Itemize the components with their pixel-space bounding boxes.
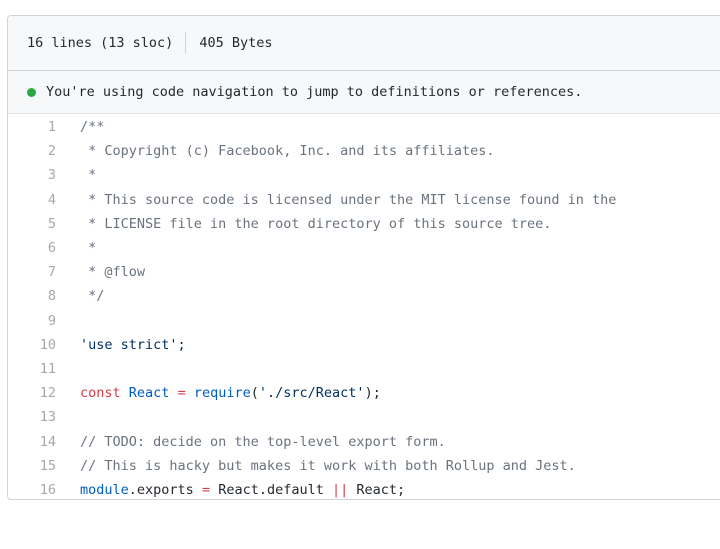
line-number[interactable]: 15 — [8, 458, 80, 474]
code-line: 11 — [8, 357, 720, 381]
code-view: 1/** 2 * Copyright (c) Facebook, Inc. and… — [8, 114, 720, 499]
code-line: 9 — [8, 309, 720, 333]
code-line: 6 * — [8, 236, 720, 260]
code-token: = — [177, 385, 186, 402]
line-content: /** — [80, 119, 104, 135]
code-line: 2 * Copyright (c) Facebook, Inc. and its… — [8, 139, 720, 163]
code-token: require — [193, 385, 251, 402]
code-token: React — [128, 385, 170, 402]
line-number[interactable]: 4 — [8, 192, 80, 208]
line-count: 16 lines (13 sloc) — [27, 35, 174, 51]
code-line: 7 * @flow — [8, 260, 720, 284]
code-navigation-message: You're using code navigation to jump to … — [46, 84, 583, 100]
code-token: = — [201, 481, 211, 498]
status-dot-icon — [27, 87, 36, 97]
line-content: module.exports = React.default || React; — [80, 482, 405, 498]
code-token: module — [80, 481, 129, 498]
code-line: 5 * LICENSE file in the root directory o… — [8, 212, 720, 236]
line-number[interactable]: 10 — [8, 337, 80, 353]
line-number[interactable]: 13 — [8, 409, 80, 425]
line-number[interactable]: 12 — [8, 385, 80, 401]
code-line: 15// This is hacky but makes it work wit… — [8, 454, 720, 478]
code-token: * @flow — [80, 264, 146, 281]
line-content: // This is hacky but makes it work with … — [80, 458, 576, 474]
code-token: // TODO: decide on the top-level export … — [80, 433, 446, 450]
line-content: 'use strict'; — [80, 337, 186, 353]
line-number[interactable]: 3 — [8, 167, 80, 183]
code-token: /** — [80, 119, 105, 136]
code-token: * — [80, 240, 97, 257]
code-token: * Copyright (c) Facebook, Inc. and its a… — [80, 143, 495, 160]
code-token: .exports — [128, 481, 202, 498]
code-token: * This source code is licensed under the… — [80, 191, 617, 208]
code-line: 3 * — [8, 163, 720, 187]
code-token: * LICENSE file in the root directory of … — [80, 215, 552, 232]
code-token: 'use strict'; — [80, 336, 186, 353]
line-number[interactable]: 1 — [8, 119, 80, 135]
code-line: 10'use strict'; — [8, 333, 720, 357]
line-number[interactable]: 5 — [8, 216, 80, 232]
line-number[interactable]: 14 — [8, 434, 80, 450]
code-line: 16 module.exports = React.default || Reac… — [8, 478, 720, 499]
code-token: const — [80, 385, 121, 402]
line-content: * @flow — [80, 264, 145, 280]
code-token: || — [332, 481, 349, 498]
code-token: ( — [250, 385, 259, 402]
line-content: * This source code is licensed under the… — [80, 192, 616, 208]
line-number[interactable]: 7 — [8, 264, 80, 280]
line-content: * — [80, 167, 96, 183]
code-token: ); — [364, 385, 381, 402]
line-number[interactable]: 2 — [8, 143, 80, 159]
line-content: // TODO: decide on the top-level export … — [80, 434, 446, 450]
code-line: 1/** — [8, 115, 720, 139]
code-token: * — [80, 167, 97, 184]
line-content: const React = require('./src/React'); — [80, 385, 381, 401]
code-token: */ — [80, 288, 105, 305]
file-header: 16 lines (13 sloc) 405 Bytes — [8, 16, 720, 71]
file-size: 405 Bytes — [199, 35, 273, 51]
line-number[interactable]: 11 — [8, 361, 80, 377]
code-line: 4 * This source code is licensed under t… — [8, 188, 720, 212]
line-number[interactable]: 9 — [8, 313, 80, 329]
code-navigation-banner: You're using code navigation to jump to … — [8, 71, 720, 114]
line-content: * Copyright (c) Facebook, Inc. and its a… — [80, 143, 495, 160]
line-number[interactable]: 8 — [8, 288, 80, 304]
code-line: 12 const React = require('./src/React'); — [8, 381, 720, 405]
code-token: React; — [348, 481, 406, 498]
code-line: 13 — [8, 405, 720, 429]
code-token: './src/React' — [258, 385, 365, 402]
line-number[interactable]: 6 — [8, 240, 80, 256]
code-token: React.default — [210, 481, 332, 498]
code-token: // This is hacky but makes it work with … — [80, 457, 576, 474]
code-line: 8 */ — [8, 284, 720, 308]
code-line: 14// TODO: decide on the top-level expor… — [8, 429, 720, 453]
line-content: * — [80, 240, 96, 256]
line-content: */ — [80, 288, 104, 304]
header-divider — [185, 32, 187, 54]
line-content: * LICENSE file in the root directory of … — [80, 216, 551, 232]
file-box: 16 lines (13 sloc) 405 Bytes You're usin… — [7, 15, 720, 500]
line-number[interactable]: 16 — [8, 482, 80, 498]
